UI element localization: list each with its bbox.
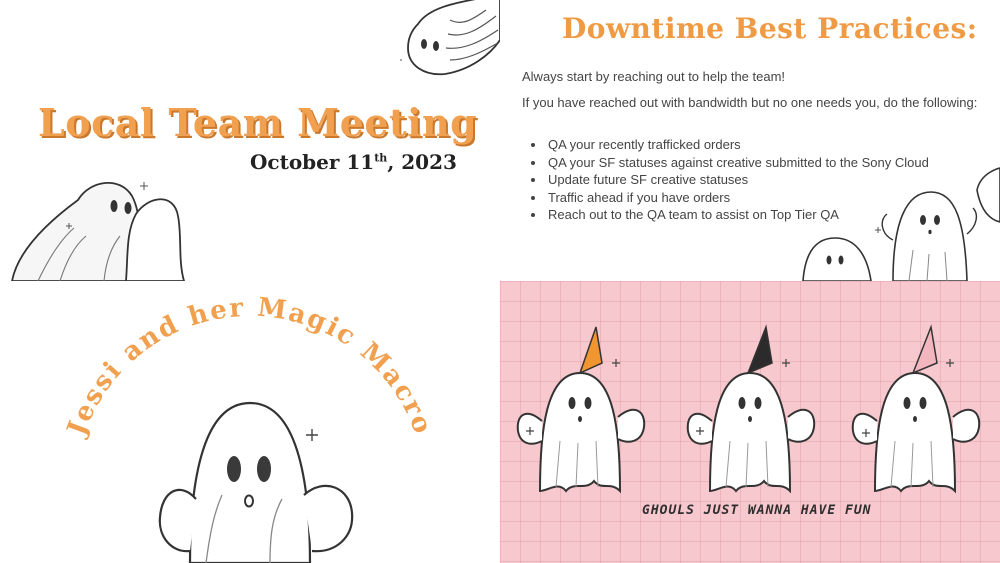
party-hat-black-icon: [746, 324, 773, 375]
date-year: , 2023: [387, 150, 457, 174]
party-hat-orange-icon: [578, 326, 603, 375]
ghost-black-hat: [686, 324, 816, 492]
slide-ghouls: GHOULS JUST WANNA HAVE FUN: [500, 281, 1000, 563]
meeting-date: October 11th, 2023: [250, 150, 457, 174]
flying-ghost-icon: [400, 0, 500, 76]
practices-intro: Always start by reaching out to help the…: [522, 69, 786, 84]
ghost-group-icon: [802, 167, 1000, 281]
ghost-orange-hat: [516, 326, 646, 492]
practices-condition: If you have reached out with bandwidth b…: [522, 95, 978, 110]
slide-magic-macro: Jessi and her Magic Macro: [0, 281, 500, 563]
date-suffix: th: [374, 151, 388, 165]
date-month-day: October 11: [250, 150, 375, 174]
practices-title: Downtime Best Practices:: [562, 12, 978, 45]
slide-local-team-meeting: Local Team Meeting October 11th, 2023: [0, 0, 500, 281]
sparkle-icon: [306, 429, 318, 441]
slide-downtime-best-practices: Downtime Best Practices: Always start by…: [500, 0, 1000, 281]
party-ghosts-graphic: [516, 324, 981, 492]
party-hat-pink-icon: [911, 324, 938, 375]
ghouls-caption: GHOULS JUST WANNA HAVE FUN: [642, 503, 872, 518]
ghost-pink-hat: [851, 324, 981, 492]
large-ghost-icon: [158, 401, 354, 563]
meeting-title: Local Team Meeting: [38, 100, 478, 145]
macro-graphic: Jessi and her Magic Macro: [61, 293, 436, 563]
ghost-pair-icon: [11, 181, 185, 281]
